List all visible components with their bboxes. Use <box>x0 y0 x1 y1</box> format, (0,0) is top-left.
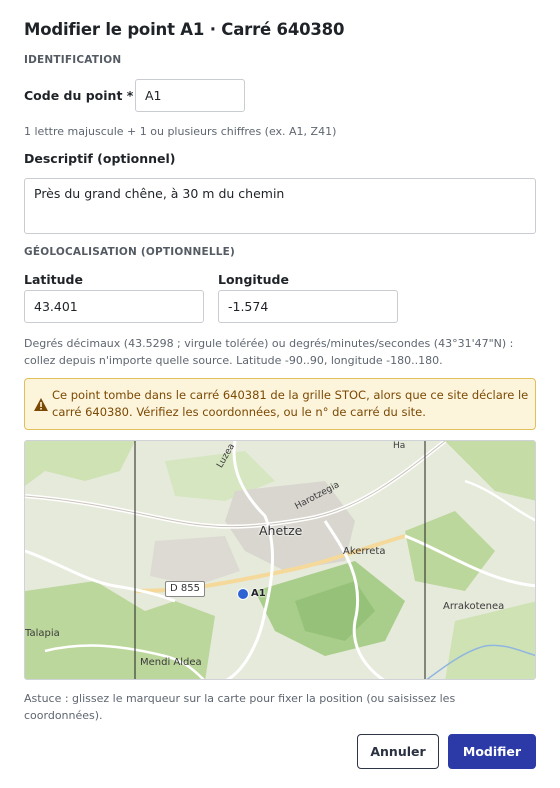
section-identification: IDENTIFICATION <box>24 54 122 66</box>
map-place-ha: Ha <box>393 441 406 451</box>
code-help-text: 1 lettre majuscule + 1 ou plusieurs chif… <box>24 125 337 138</box>
description-label: Descriptif (optionnel) <box>24 151 176 166</box>
warning-triangle-icon <box>34 398 48 411</box>
warning-line1: Ce point tombe dans le carré 640381 de l… <box>52 388 529 402</box>
map-place-talapia: Talapia <box>25 628 60 639</box>
map-place-akerreta: Akerreta <box>343 546 386 557</box>
latitude-label: Latitude <box>24 272 83 287</box>
map-tiles <box>25 441 535 679</box>
location-map[interactable]: Ahetze Akerreta Arrakotenea Mendi Aldea … <box>24 440 536 680</box>
latitude-input[interactable] <box>24 290 204 323</box>
geolocation-help-text: Degrés décimaux (43.5298 ; virgule tolér… <box>24 335 513 369</box>
geolocation-help-line1: Degrés décimaux (43.5298 ; virgule tolér… <box>24 337 514 350</box>
geolocation-help-line2: collez depuis n'importe quelle source. L… <box>24 354 443 367</box>
map-place-arrakotenea: Arrakotenea <box>443 601 505 612</box>
section-geolocation: GÉOLOCALISATION (OPTIONNELLE) <box>24 246 236 258</box>
code-input[interactable] <box>135 79 245 112</box>
longitude-input[interactable] <box>218 290 398 323</box>
warning-text: Ce point tombe dans le carré 640381 de l… <box>52 387 530 421</box>
longitude-label: Longitude <box>218 272 289 287</box>
position-marker[interactable] <box>237 588 249 600</box>
dialog-title: Modifier le point A1 · Carré 640380 <box>24 20 345 39</box>
code-label: Code du point * <box>24 88 134 103</box>
map-tip-line2: coordonnées). <box>24 709 103 722</box>
cancel-button[interactable]: Annuler <box>357 734 439 769</box>
grid-warning-alert: Ce point tombe dans le carré 640381 de l… <box>24 378 536 430</box>
submit-button[interactable]: Modifier <box>448 734 536 769</box>
description-input[interactable]: Près du grand chêne, à 30 m du chemin <box>24 178 536 234</box>
map-place-mendi-aldea: Mendi Aldea <box>140 657 202 668</box>
map-road-shield: D 855 <box>165 581 205 597</box>
warning-line2: carré 640380. Vérifiez les coordonnées, … <box>52 405 426 419</box>
map-tip-text: Astuce : glissez le marqueur sur la cart… <box>24 690 455 724</box>
map-town-label: Ahetze <box>259 523 303 538</box>
map-tip-line1: Astuce : glissez le marqueur sur la cart… <box>24 692 456 705</box>
position-marker-label: A1 <box>251 588 266 599</box>
